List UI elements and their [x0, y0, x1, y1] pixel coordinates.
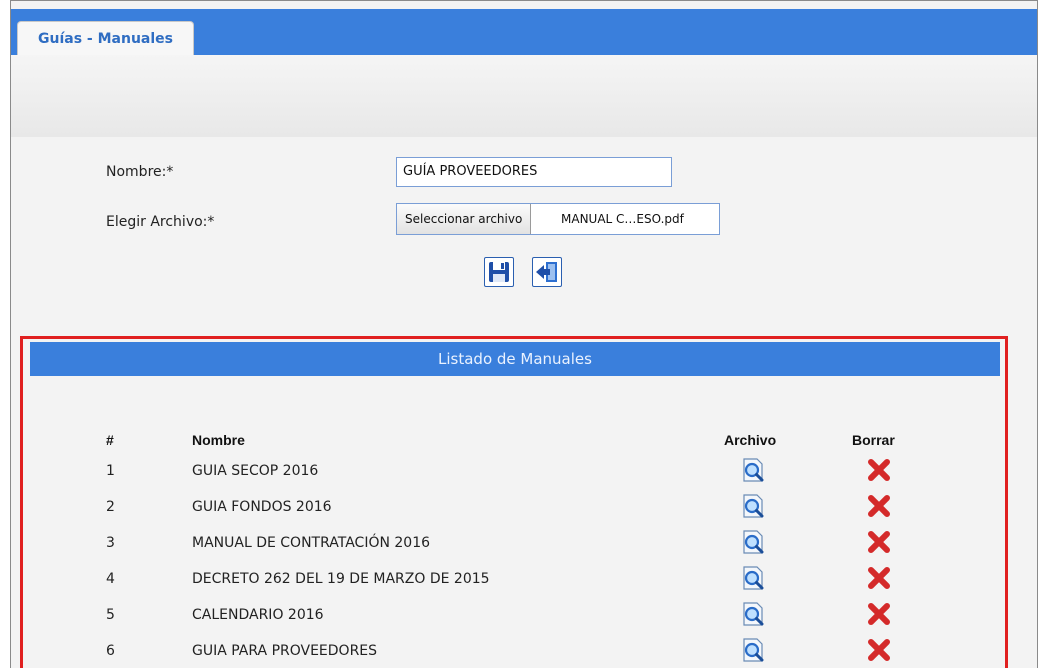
view-file-icon[interactable]	[740, 637, 766, 663]
delete-icon[interactable]	[866, 565, 892, 591]
row-nombre: GUIA PARA PROVEEDORES	[192, 643, 378, 659]
tab-guias-manuales[interactable]: Guías - Manuales	[17, 21, 194, 55]
back-button[interactable]	[532, 257, 562, 287]
row-number: 6	[106, 643, 115, 659]
delete-icon[interactable]	[866, 637, 892, 663]
delete-icon[interactable]	[866, 601, 892, 627]
tab-bar: Guías - Manuales	[11, 9, 1037, 55]
list-highlight-box	[20, 336, 1008, 668]
row-nombre: CALENDARIO 2016	[192, 607, 324, 623]
file-input[interactable]: Seleccionar archivo MANUAL C…ESO.pdf	[396, 203, 720, 235]
row-nombre: GUIA FONDOS 2016	[192, 499, 332, 515]
row-number: 4	[106, 571, 115, 587]
toolbar-area	[11, 55, 1037, 137]
col-header-borrar: Borrar	[852, 432, 895, 448]
delete-icon[interactable]	[866, 493, 892, 519]
row-number: 1	[106, 463, 115, 479]
row-nombre: GUIA SECOP 2016	[192, 463, 319, 479]
view-file-icon[interactable]	[740, 493, 766, 519]
row-number: 3	[106, 535, 115, 551]
col-header-archivo: Archivo	[724, 432, 777, 448]
nombre-input[interactable]: GUÍA PROVEEDORES	[396, 157, 672, 187]
save-icon	[489, 262, 509, 282]
row-number: 2	[106, 499, 115, 515]
view-file-icon[interactable]	[740, 457, 766, 483]
view-file-icon[interactable]	[740, 601, 766, 627]
save-button[interactable]	[484, 257, 514, 287]
choose-file-button[interactable]: Seleccionar archivo	[397, 204, 532, 234]
chosen-file-name: MANUAL C…ESO.pdf	[561, 212, 684, 226]
col-header-num: #	[106, 432, 114, 448]
elegir-archivo-label: Elegir Archivo:*	[106, 214, 215, 230]
list-title: Listado de Manuales	[30, 342, 1000, 376]
delete-icon[interactable]	[866, 457, 892, 483]
view-file-icon[interactable]	[740, 565, 766, 591]
row-nombre: MANUAL DE CONTRATACIÓN 2016	[192, 535, 431, 551]
view-file-icon[interactable]	[740, 529, 766, 555]
nombre-label: Nombre:*	[106, 164, 174, 180]
row-nombre: DECRETO 262 DEL 19 DE MARZO DE 2015	[192, 571, 490, 587]
delete-icon[interactable]	[866, 529, 892, 555]
back-icon	[536, 262, 557, 282]
row-number: 5	[106, 607, 115, 623]
col-header-nombre: Nombre	[192, 432, 245, 448]
